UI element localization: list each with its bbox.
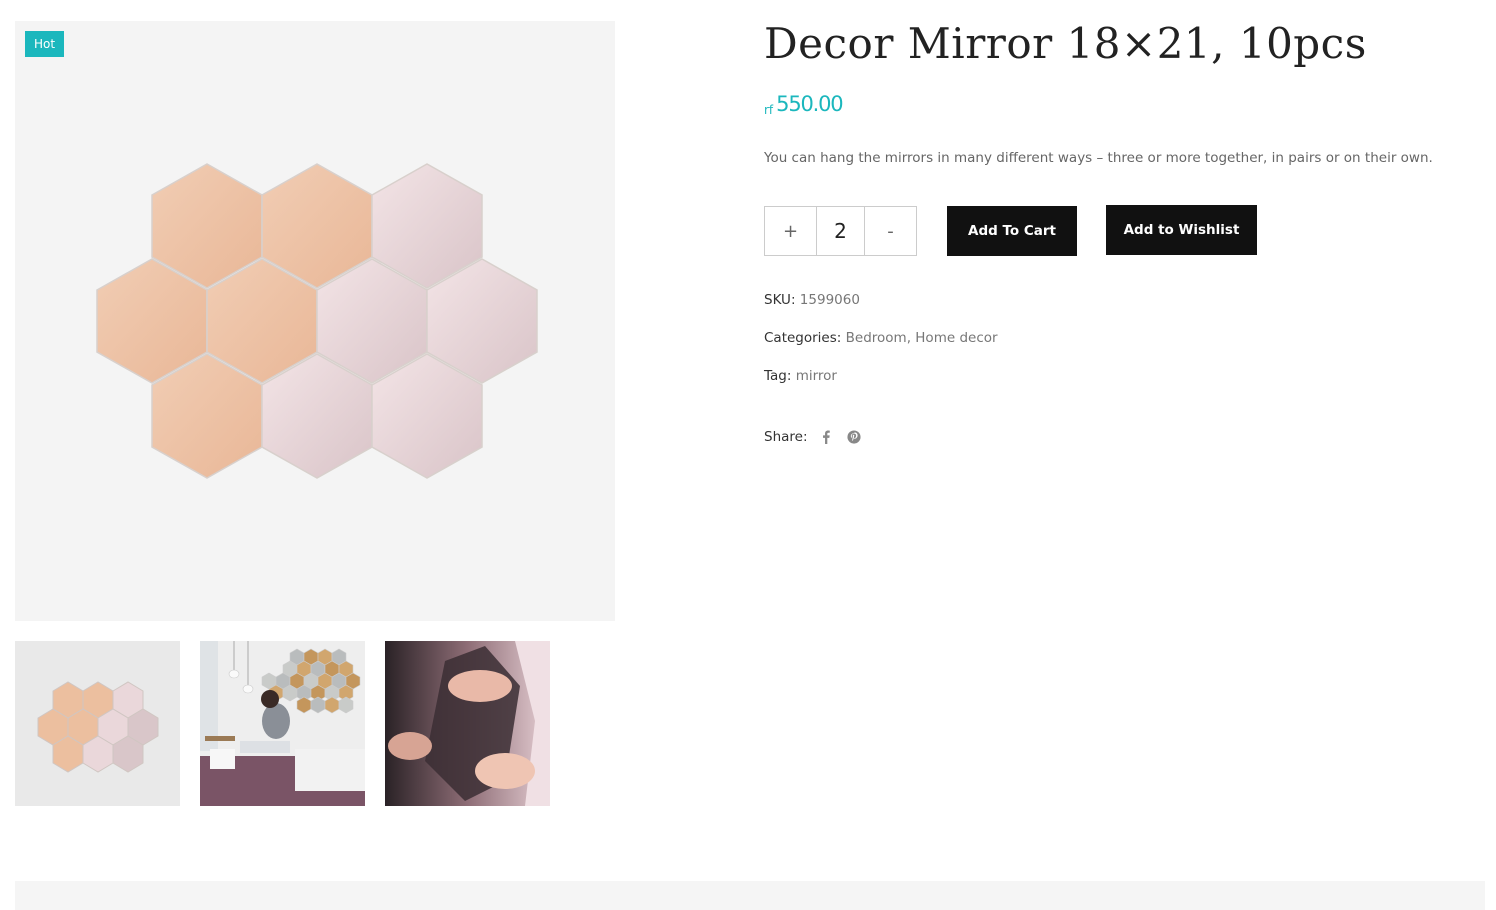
facebook-icon[interactable] <box>816 427 836 447</box>
product-price: rf 550.00 <box>764 92 844 117</box>
hexagon-mirrors-thumbnail <box>37 681 159 773</box>
product-title: Decor Mirror 18×21, 10pcs <box>764 19 1367 68</box>
category-link-home-decor[interactable]: Home decor <box>915 330 997 346</box>
hot-badge: Hot <box>25 31 65 57</box>
thumbnail-hands[interactable] <box>385 641 550 806</box>
quantity-increase-button[interactable]: + <box>765 207 816 255</box>
sku-row: SKU: 1599060 <box>764 292 860 308</box>
add-to-cart-button[interactable]: Add To Cart <box>947 206 1077 256</box>
bedroom-scene-thumbnail <box>200 641 365 806</box>
tag-label: Tag: <box>764 368 792 384</box>
hands-mirror-thumbnail <box>385 641 550 806</box>
main-product-image[interactable]: Hot <box>15 21 615 621</box>
categories-label: Categories: <box>764 330 842 346</box>
price-amount: 550.00 <box>776 92 843 116</box>
quantity-input[interactable]: 2 <box>816 207 865 255</box>
categories-row: Categories: Bedroom, Home decor <box>764 330 998 346</box>
hexagon-mirrors-illustration <box>96 163 538 479</box>
sku-label: SKU: <box>764 292 796 308</box>
pinterest-glyph <box>846 430 861 444</box>
thumbnail-bedroom[interactable] <box>200 641 365 806</box>
add-to-wishlist-button[interactable]: Add to Wishlist <box>1106 205 1257 255</box>
category-separator: , <box>906 330 911 346</box>
quantity-stepper: + 2 - <box>764 206 917 256</box>
thumbnail-mirrors[interactable] <box>15 641 180 806</box>
quantity-decrease-button[interactable]: - <box>865 207 916 255</box>
share-label: Share: <box>764 429 808 445</box>
product-description: You can hang the mirrors in many differe… <box>764 150 1433 166</box>
facebook-glyph <box>822 430 830 444</box>
share-row: Share: <box>764 427 864 447</box>
sku-value: 1599060 <box>799 292 860 308</box>
category-link-bedroom[interactable]: Bedroom <box>846 330 907 346</box>
tag-link-mirror[interactable]: mirror <box>796 368 837 384</box>
pinterest-icon[interactable] <box>844 427 864 447</box>
tag-row: Tag: mirror <box>764 368 837 384</box>
price-currency: rf <box>764 103 774 117</box>
footer-band <box>15 881 1485 910</box>
